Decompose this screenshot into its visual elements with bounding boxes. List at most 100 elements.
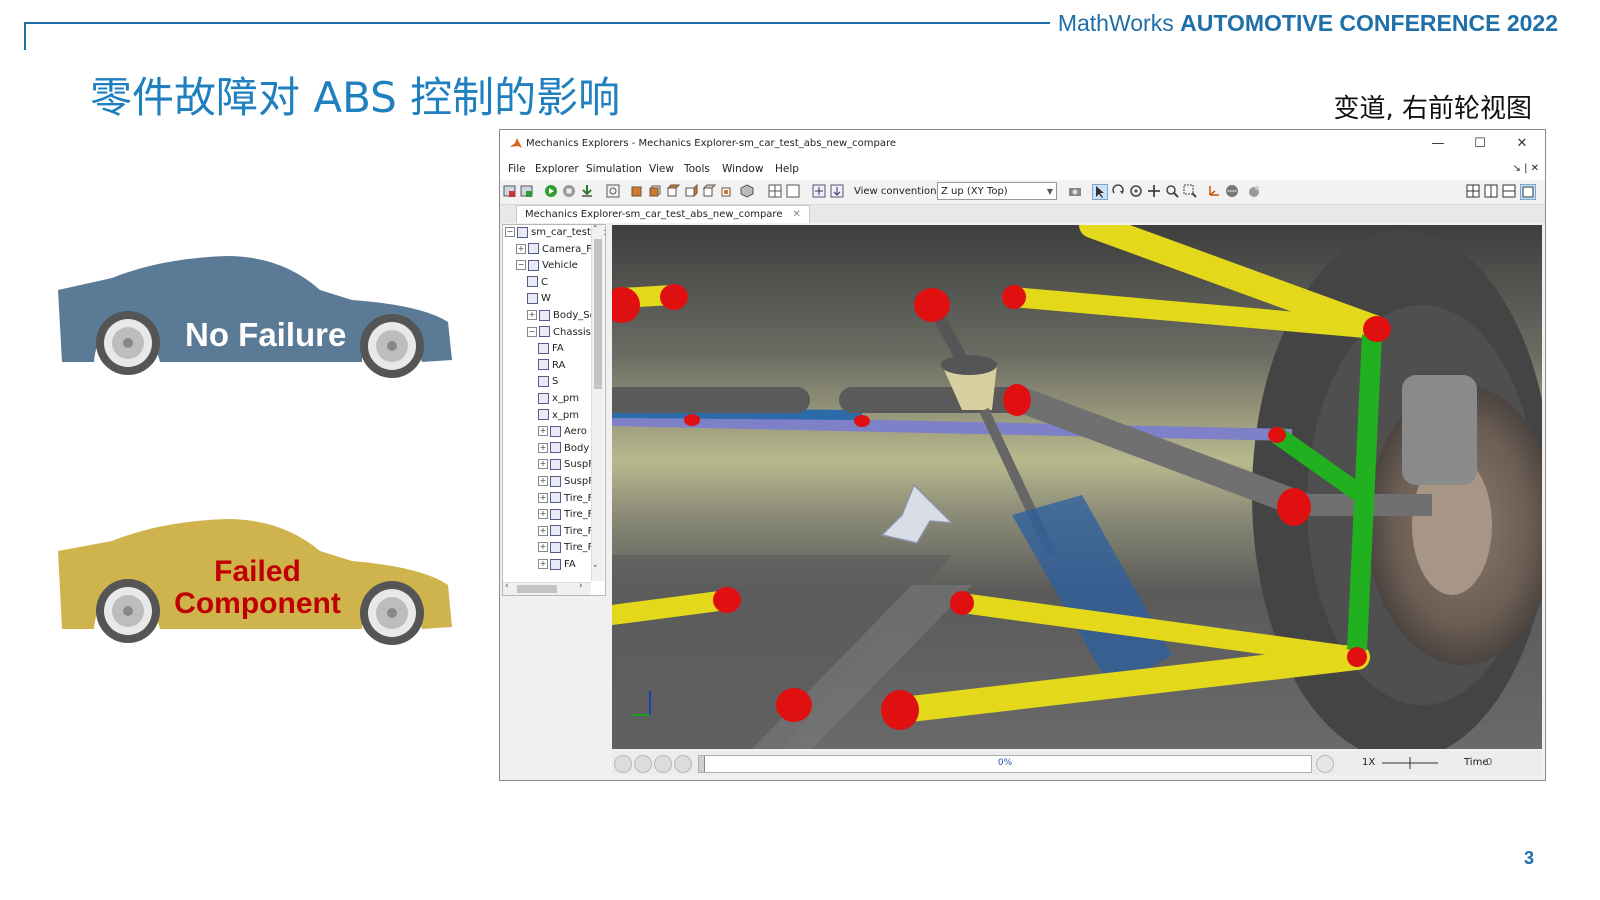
color-icon[interactable]	[1247, 184, 1261, 198]
zoom-fit-icon[interactable]	[606, 184, 620, 198]
tree-item[interactable]: − Chassis	[527, 325, 591, 341]
collapse-icon[interactable]: −	[527, 326, 537, 337]
step-icon[interactable]	[580, 184, 594, 198]
select-pointer-icon[interactable]	[1092, 184, 1108, 200]
tree-item-label: x_pm	[552, 409, 580, 421]
scroll-left-icon[interactable]: ‹	[505, 581, 509, 591]
tree-item[interactable]: + Tire_F	[538, 524, 593, 540]
step-back-button[interactable]	[634, 755, 652, 773]
view-bottom-icon[interactable]	[720, 184, 734, 198]
tree-item[interactable]: + Tire_F	[538, 491, 593, 507]
menu-explorer[interactable]: Explorer	[535, 163, 579, 175]
menu-window[interactable]: Window	[722, 163, 763, 175]
scroll-up-icon[interactable]: ˄	[593, 225, 598, 235]
document-tab[interactable]: Mechanics Explorer-sm_car_test_abs_new_c…	[516, 205, 810, 223]
tree-item[interactable]: W	[527, 291, 551, 307]
camera-icon[interactable]	[1068, 184, 1082, 198]
close-button[interactable]: ✕	[1504, 133, 1540, 155]
tree-item[interactable]: x_pm	[538, 391, 579, 407]
step-forward-button[interactable]	[674, 755, 692, 773]
tree-item[interactable]: FA	[538, 341, 564, 357]
tree-item[interactable]: + Tire_F	[538, 540, 593, 556]
run-icon[interactable]	[544, 184, 558, 198]
brand-bold: AUTOMOTIVE CONFERENCE 2022	[1180, 10, 1558, 36]
tree-item[interactable]: + Tire_F	[538, 507, 593, 523]
menu-tools[interactable]: Tools	[684, 163, 710, 175]
rewind-button[interactable]	[614, 755, 632, 773]
tree-hscroll-thumb[interactable]	[517, 585, 557, 593]
roll-icon[interactable]	[1129, 184, 1143, 198]
rotate-icon[interactable]	[1111, 184, 1125, 198]
expand-icon[interactable]: +	[538, 542, 548, 553]
expand-icon[interactable]: +	[538, 509, 548, 520]
tab-close-icon[interactable]: ✕	[792, 209, 800, 220]
window-titlebar[interactable]: Mechanics Explorers - Mechanics Explorer…	[500, 130, 1545, 158]
tree-item[interactable]: + Body	[538, 441, 589, 457]
menu-view[interactable]: View	[649, 163, 674, 175]
expand-icon[interactable]: +	[527, 310, 537, 320]
expand-icon[interactable]: +	[538, 559, 548, 569]
maximize-button[interactable]: ☐	[1462, 133, 1498, 155]
tree-item[interactable]: S	[538, 374, 558, 390]
undock-close-controls[interactable]: ↘ | ✕	[1513, 163, 1539, 174]
expand-icon[interactable]: +	[538, 525, 548, 536]
scroll-down-icon[interactable]: ˅	[593, 565, 598, 575]
tree-item[interactable]: C	[527, 275, 548, 291]
layout-four-icon[interactable]	[768, 184, 782, 198]
expand-icon[interactable]: +	[538, 492, 548, 503]
expand-icon[interactable]	[812, 184, 826, 198]
view-convention-dropdown[interactable]: Z up (XY Top) ▼	[937, 182, 1057, 200]
view-isometric-icon[interactable]	[740, 184, 754, 198]
expand-icon[interactable]: +	[538, 426, 548, 437]
collapse-icon[interactable]: −	[505, 227, 515, 237]
expand-icon[interactable]: +	[538, 476, 548, 486]
collapse-icon[interactable]: −	[516, 260, 526, 271]
pan-icon[interactable]	[1147, 184, 1161, 198]
tree-item[interactable]: + SuspF	[538, 457, 594, 473]
tree-item[interactable]: + Aero	[538, 424, 587, 440]
view-front-icon[interactable]	[630, 184, 644, 198]
open-model-icon[interactable]	[503, 184, 517, 198]
tree-item[interactable]: + FA	[538, 557, 576, 573]
tree-scroll-thumb[interactable]	[594, 239, 602, 389]
layout-2-vertical-icon[interactable]	[1484, 184, 1498, 198]
layout-4-view-icon[interactable]	[1466, 184, 1480, 198]
tree-horizontal-scrollbar[interactable]: ‹ ›	[503, 581, 591, 595]
update-diagram-icon[interactable]	[520, 184, 534, 198]
tree-vertical-scrollbar[interactable]: ˄ ˅	[591, 225, 604, 581]
car-label-line2: Component	[174, 586, 341, 620]
expand-icon[interactable]: +	[538, 442, 548, 453]
tree-item[interactable]: + Camera_Fra	[516, 242, 602, 258]
3d-viewport[interactable]	[612, 225, 1542, 749]
view-left-icon[interactable]	[666, 184, 680, 198]
expand-icon[interactable]: +	[516, 243, 526, 254]
menu-help[interactable]: Help	[775, 163, 799, 175]
layout-single-icon[interactable]	[786, 184, 800, 198]
view-back-icon[interactable]	[648, 184, 662, 198]
tree-item[interactable]: + SuspF	[538, 474, 594, 490]
tree-item[interactable]: + Body_Se	[527, 308, 596, 324]
zoom-box-icon[interactable]	[1183, 184, 1197, 198]
menu-file[interactable]: File	[508, 163, 526, 175]
layout-1-view-icon[interactable]	[1520, 184, 1536, 200]
tree-item[interactable]: − Vehicle	[516, 258, 578, 274]
scroll-right-icon[interactable]: ›	[579, 581, 583, 591]
expand-icon[interactable]: +	[538, 459, 548, 470]
frames-icon[interactable]	[1207, 184, 1221, 198]
view-top-icon[interactable]	[702, 184, 716, 198]
node-icon	[550, 541, 561, 553]
stop-icon[interactable]	[562, 184, 576, 198]
speed-slider[interactable]	[1382, 755, 1438, 771]
tree-item[interactable]: RA	[538, 358, 565, 374]
tree-item[interactable]: x_pm	[538, 408, 579, 424]
playback-timeline[interactable]: 0%	[698, 755, 1312, 773]
minimize-button[interactable]: —	[1420, 133, 1456, 155]
view-right-icon[interactable]	[684, 184, 698, 198]
layout-2-horizontal-icon[interactable]	[1502, 184, 1516, 198]
loop-button[interactable]	[1316, 755, 1334, 773]
ground-icon[interactable]	[1225, 184, 1239, 198]
collapse-icon[interactable]	[830, 184, 844, 198]
menu-simulation[interactable]: Simulation	[586, 163, 642, 175]
play-button[interactable]	[654, 755, 672, 773]
zoom-icon[interactable]	[1165, 184, 1179, 198]
